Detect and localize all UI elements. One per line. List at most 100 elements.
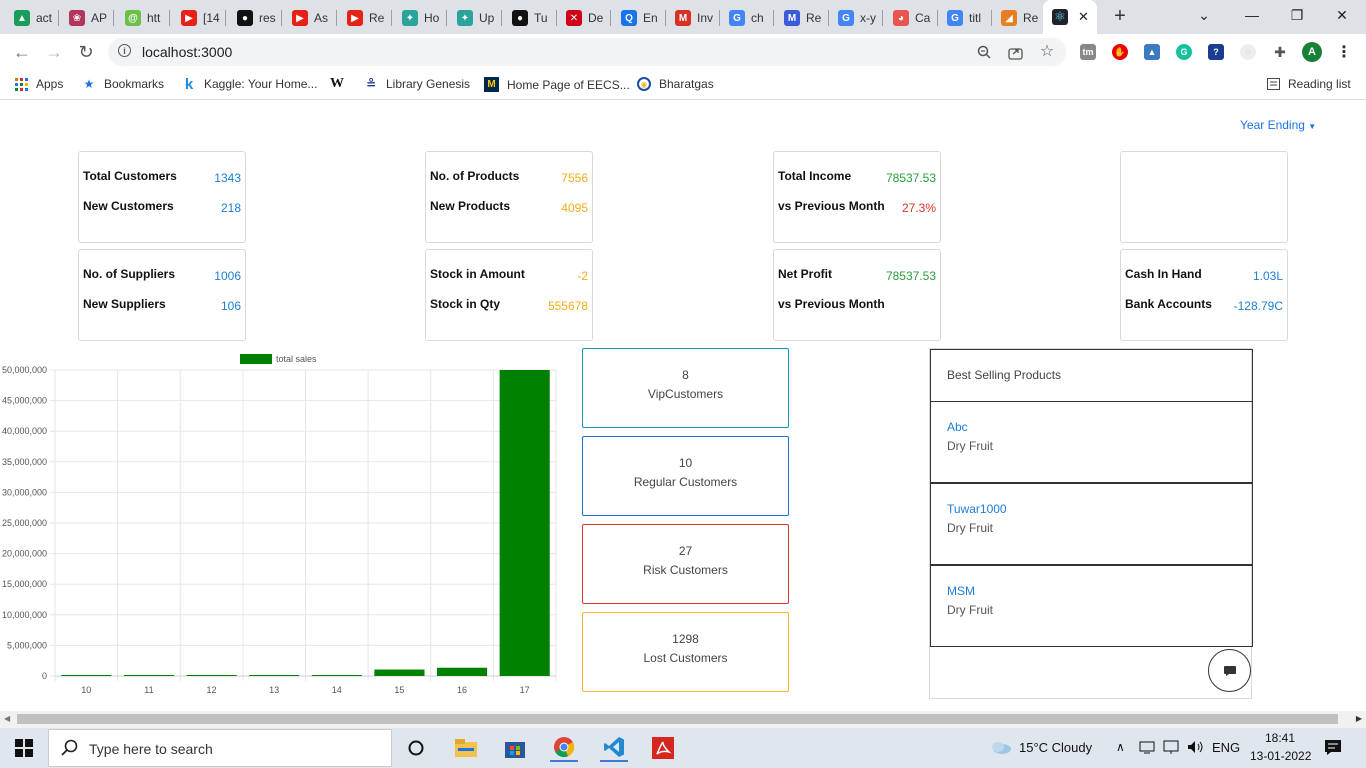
tab-search-chevron-icon[interactable]: ⌄: [1190, 4, 1218, 26]
language-indicator[interactable]: ENG: [1212, 740, 1240, 755]
browser-tab[interactable]: ❀ AP: [60, 6, 114, 30]
clock-date[interactable]: 13-01-2022: [1250, 749, 1311, 763]
browser-tab[interactable]: ▶ Re: [338, 6, 392, 30]
tab-title: titl: [969, 11, 981, 25]
zoom-icon[interactable]: [976, 44, 992, 60]
bookmark-bharatgas[interactable]: ◉ Bharatgas: [637, 77, 714, 91]
profile-avatar[interactable]: A: [1302, 42, 1322, 62]
stat-label: Total Customers: [83, 169, 177, 183]
product-name[interactable]: MSM: [947, 584, 1252, 598]
browser-tab[interactable]: ▲ act: [5, 6, 59, 30]
customer-segment-card[interactable]: 27 Risk Customers: [582, 524, 789, 604]
bookmark-bookmarks[interactable]: ★ Bookmarks: [82, 77, 164, 91]
vscode-icon[interactable]: [600, 734, 628, 762]
bookmark-libgen[interactable]: ≗ Library Genesis: [364, 77, 470, 91]
cortana-icon[interactable]: [402, 734, 430, 762]
network-icon[interactable]: [1139, 740, 1155, 757]
extension-image-icon[interactable]: ▲: [1144, 44, 1160, 60]
browser-tab[interactable]: ▶ As: [283, 6, 337, 30]
bookmark-eecs[interactable]: M Home Page of EECS...: [484, 77, 630, 92]
show-hidden-icons-chevron-icon[interactable]: ∧: [1116, 740, 1125, 754]
scroll-right-arrow-icon[interactable]: ▶: [1356, 714, 1362, 723]
back-button[interactable]: ←: [12, 42, 32, 62]
browser-tab[interactable]: Gch: [720, 6, 774, 30]
browser-tab[interactable]: ▶ [14: [172, 6, 226, 30]
customer-segment-card[interactable]: 10 Regular Customers: [582, 436, 789, 516]
url-text[interactable]: localhost:3000: [142, 44, 232, 60]
year-ending-dropdown[interactable]: Year Ending ▼: [1240, 118, 1316, 132]
browser-tab[interactable]: M Inv: [666, 6, 720, 30]
browser-tab[interactable]: Gtitl: [938, 6, 992, 30]
browser-tab[interactable]: Q En: [612, 6, 666, 30]
browser-tab[interactable]: ✦ Up: [448, 6, 502, 30]
extension-lock-icon[interactable]: ?: [1208, 44, 1224, 60]
browser-tab[interactable]: ● Tu: [503, 6, 557, 30]
chat-button[interactable]: [1208, 649, 1251, 692]
browser-tab-active[interactable]: ⚛ ✕: [1043, 0, 1097, 34]
restore-icon[interactable]: ❐: [1283, 4, 1311, 26]
display-icon[interactable]: [1163, 740, 1179, 757]
browser-tab[interactable]: Gx-y: [829, 6, 883, 30]
volume-icon[interactable]: [1187, 740, 1205, 757]
notifications-icon[interactable]: [1324, 739, 1342, 758]
file-explorer-icon[interactable]: [452, 734, 480, 762]
chrome-taskbar-icon[interactable]: [550, 734, 578, 762]
bookmark-label: Bharatgas: [659, 77, 714, 91]
browser-tab[interactable]: @ htt: [116, 6, 170, 30]
bookmark-kaggle[interactable]: k Kaggle: Your Home...: [182, 76, 318, 93]
bookmark-wikipedia[interactable]: W: [330, 76, 352, 91]
address-bar[interactable]: i localhost:3000 ☆: [108, 38, 1066, 66]
minimize-icon[interactable]: —: [1238, 4, 1266, 26]
share-icon[interactable]: [1007, 44, 1023, 60]
reload-button[interactable]: ↻: [76, 42, 96, 62]
best-selling-item[interactable]: Abc Dry Fruit: [930, 401, 1253, 483]
legend-swatch: [240, 354, 272, 364]
tab-separator: [281, 10, 282, 26]
bookmark-apps[interactable]: Apps: [14, 77, 63, 91]
scrollbar-thumb[interactable]: [17, 714, 1338, 724]
browser-tab[interactable]: ◕ Ca: [884, 6, 938, 30]
extension-gray-icon[interactable]: ◌: [1240, 44, 1256, 60]
best-selling-item[interactable]: MSM Dry Fruit: [930, 565, 1253, 647]
browser-tab[interactable]: ✦ Ho: [393, 6, 447, 30]
reading-list-button[interactable]: Reading list: [1266, 77, 1351, 91]
taskbar-search-box[interactable]: Type here to search: [48, 729, 392, 767]
stat-row: Stock in Qty 555678: [430, 297, 588, 313]
browser-tab[interactable]: ● res: [228, 6, 282, 30]
bookmark-label: Apps: [36, 77, 64, 91]
tab-favicon-icon: M: [784, 10, 800, 26]
segment-label: Risk Customers: [643, 563, 728, 577]
browser-tab[interactable]: M Re: [775, 6, 829, 30]
close-window-icon[interactable]: ✕: [1328, 4, 1356, 26]
scroll-left-arrow-icon[interactable]: ◀: [4, 714, 10, 723]
extension-grammarly-icon[interactable]: G: [1176, 44, 1192, 60]
tab-separator: [336, 10, 337, 26]
windows-start-icon[interactable]: [10, 734, 38, 762]
browser-tab[interactable]: ◢ Re: [992, 6, 1046, 30]
tab-close-icon[interactable]: ✕: [1078, 9, 1089, 25]
extension-tm-icon[interactable]: tm: [1080, 44, 1096, 60]
weather-icon[interactable]: [990, 739, 1012, 758]
stat-card: [1120, 151, 1288, 243]
clock-time[interactable]: 18:41: [1265, 731, 1295, 745]
product-name[interactable]: Abc: [947, 420, 1252, 434]
extension-adblock-icon[interactable]: ✋: [1112, 44, 1128, 60]
acrobat-icon[interactable]: [649, 734, 677, 762]
microsoft-store-icon[interactable]: [501, 734, 529, 762]
stat-row: Cash In Hand 1.03L: [1125, 267, 1283, 283]
x-tick-label: 14: [332, 685, 342, 695]
customer-segment-card[interactable]: 8 VipCustomers: [582, 348, 789, 428]
forward-button[interactable]: →: [44, 42, 64, 62]
extensions-puzzle-icon[interactable]: ✚: [1272, 44, 1288, 60]
product-name[interactable]: Tuwar1000: [947, 502, 1252, 516]
weather-text[interactable]: 15°C Cloudy: [1019, 740, 1092, 755]
horizontal-scrollbar[interactable]: ◀ ▶: [0, 711, 1366, 728]
browser-tab[interactable]: ✕ De: [557, 6, 611, 30]
total-sales-chart: 0 5,000,000 10,000,000 15,000,000 20,000,000…: [0, 347, 566, 699]
new-tab-button[interactable]: +: [1110, 6, 1130, 26]
bookmark-star-icon[interactable]: ☆: [1039, 43, 1055, 60]
best-selling-item[interactable]: Tuwar1000 Dry Fruit: [930, 483, 1253, 565]
info-icon[interactable]: i: [118, 44, 131, 57]
customer-segment-card[interactable]: 1298 Lost Customers: [582, 612, 789, 692]
menu-kebab-icon[interactable]: ⋮: [1336, 44, 1352, 61]
